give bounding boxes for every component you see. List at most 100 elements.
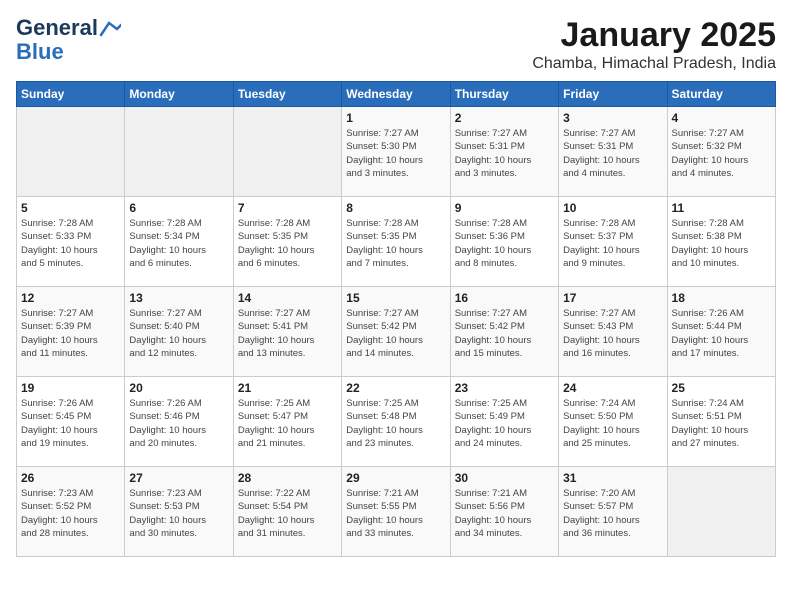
day-info: Sunrise: 7:25 AMSunset: 5:49 PMDaylight:… [455,397,554,450]
day-info: Sunrise: 7:21 AMSunset: 5:56 PMDaylight:… [455,487,554,540]
day-info: Sunrise: 7:28 AMSunset: 5:37 PMDaylight:… [563,217,662,270]
calendar-week-2: 5 Sunrise: 7:28 AMSunset: 5:33 PMDaylight… [17,197,776,287]
day-number: 2 [455,111,554,125]
calendar-cell: 15 Sunrise: 7:27 AMSunset: 5:42 PMDayligh… [342,287,450,377]
logo-blue-text: Blue [16,40,64,64]
month-year-title: January 2025 [532,16,776,55]
day-info: Sunrise: 7:28 AMSunset: 5:36 PMDaylight:… [455,217,554,270]
calendar-cell: 30 Sunrise: 7:21 AMSunset: 5:56 PMDayligh… [450,467,558,557]
page-header: General Blue January 2025 Chamba, Himach… [16,16,776,73]
day-number: 6 [129,201,228,215]
calendar-cell [667,467,775,557]
day-info: Sunrise: 7:28 AMSunset: 5:35 PMDaylight:… [238,217,337,270]
day-number: 27 [129,471,228,485]
calendar-cell: 17Sunrise: 7:27 AMSunset: 5:43 PMDayligh… [559,287,667,377]
col-monday: Monday [125,82,233,107]
day-info: Sunrise: 7:27 AMSunset: 5:43 PMDaylight:… [563,307,662,360]
day-info: Sunrise: 7:28 AMSunset: 5:38 PMDaylight:… [672,217,771,270]
day-info: Sunrise: 7:20 AMSunset: 5:57 PMDaylight:… [563,487,662,540]
calendar-cell: 4 Sunrise: 7:27 AMSunset: 5:32 PMDaylight… [667,107,775,197]
calendar-cell: 9 Sunrise: 7:28 AMSunset: 5:36 PMDaylight… [450,197,558,287]
calendar-cell: 10 Sunrise: 7:28 AMSunset: 5:37 PMDayligh… [559,197,667,287]
calendar-week-5: 26Sunrise: 7:23 AMSunset: 5:52 PMDayligh… [17,467,776,557]
calendar-week-4: 19Sunrise: 7:26 AMSunset: 5:45 PMDayligh… [17,377,776,467]
day-number: 14 [238,291,337,305]
day-info: Sunrise: 7:26 AMSunset: 5:44 PMDaylight:… [672,307,771,360]
day-info: Sunrise: 7:27 AMSunset: 5:31 PMDaylight:… [563,127,662,180]
calendar-cell: 8 Sunrise: 7:28 AMSunset: 5:35 PMDaylight… [342,197,450,287]
day-info: Sunrise: 7:28 AMSunset: 5:34 PMDaylight:… [129,217,228,270]
day-info: Sunrise: 7:27 AMSunset: 5:40 PMDaylight:… [129,307,228,360]
day-number: 11 [672,201,771,215]
calendar-table: Sunday Monday Tuesday Wednesday Thursday… [16,81,776,557]
day-info: Sunrise: 7:24 AMSunset: 5:50 PMDaylight:… [563,397,662,450]
calendar-cell: 26Sunrise: 7:23 AMSunset: 5:52 PMDayligh… [17,467,125,557]
calendar-cell: 11 Sunrise: 7:28 AMSunset: 5:38 PMDayligh… [667,197,775,287]
day-number: 20 [129,381,228,395]
day-info: Sunrise: 7:23 AMSunset: 5:52 PMDaylight:… [21,487,120,540]
calendar-cell: 22 Sunrise: 7:25 AMSunset: 5:48 PMDayligh… [342,377,450,467]
calendar-cell: 23 Sunrise: 7:25 AMSunset: 5:49 PMDayligh… [450,377,558,467]
col-thursday: Thursday [450,82,558,107]
calendar-cell: 19Sunrise: 7:26 AMSunset: 5:45 PMDayligh… [17,377,125,467]
day-info: Sunrise: 7:27 AMSunset: 5:32 PMDaylight:… [672,127,771,180]
day-info: Sunrise: 7:21 AMSunset: 5:55 PMDaylight:… [346,487,445,540]
day-number: 30 [455,471,554,485]
title-block: January 2025 Chamba, Himachal Pradesh, I… [532,16,776,73]
day-info: Sunrise: 7:28 AMSunset: 5:35 PMDaylight:… [346,217,445,270]
day-number: 9 [455,201,554,215]
day-number: 22 [346,381,445,395]
logo: General Blue [16,16,121,64]
day-number: 5 [21,201,120,215]
col-sunday: Sunday [17,82,125,107]
day-info: Sunrise: 7:23 AMSunset: 5:53 PMDaylight:… [129,487,228,540]
col-tuesday: Tuesday [233,82,341,107]
calendar-cell: 7 Sunrise: 7:28 AMSunset: 5:35 PMDaylight… [233,197,341,287]
day-number: 31 [563,471,662,485]
day-number: 10 [563,201,662,215]
day-number: 16 [455,291,554,305]
day-number: 24 [563,381,662,395]
logo-icon [99,21,121,37]
day-number: 28 [238,471,337,485]
day-number: 21 [238,381,337,395]
day-number: 3 [563,111,662,125]
day-info: Sunrise: 7:27 AMSunset: 5:41 PMDaylight:… [238,307,337,360]
col-wednesday: Wednesday [342,82,450,107]
day-number: 25 [672,381,771,395]
calendar-body: 1Sunrise: 7:27 AMSunset: 5:30 PMDaylight… [17,107,776,557]
day-number: 23 [455,381,554,395]
calendar-cell: 3 Sunrise: 7:27 AMSunset: 5:31 PMDaylight… [559,107,667,197]
day-info: Sunrise: 7:28 AMSunset: 5:33 PMDaylight:… [21,217,120,270]
day-info: Sunrise: 7:27 AMSunset: 5:31 PMDaylight:… [455,127,554,180]
day-number: 7 [238,201,337,215]
day-number: 29 [346,471,445,485]
col-friday: Friday [559,82,667,107]
calendar-cell: 16Sunrise: 7:27 AMSunset: 5:42 PMDayligh… [450,287,558,377]
day-number: 4 [672,111,771,125]
location-subtitle: Chamba, Himachal Pradesh, India [532,55,776,73]
day-number: 8 [346,201,445,215]
calendar-cell: 29 Sunrise: 7:21 AMSunset: 5:55 PMDayligh… [342,467,450,557]
calendar-cell: 25 Sunrise: 7:24 AMSunset: 5:51 PMDayligh… [667,377,775,467]
calendar-cell: 28Sunrise: 7:22 AMSunset: 5:54 PMDayligh… [233,467,341,557]
day-number: 12 [21,291,120,305]
day-info: Sunrise: 7:25 AMSunset: 5:48 PMDaylight:… [346,397,445,450]
calendar-cell [125,107,233,197]
calendar-week-1: 1Sunrise: 7:27 AMSunset: 5:30 PMDaylight… [17,107,776,197]
day-number: 13 [129,291,228,305]
day-info: Sunrise: 7:24 AMSunset: 5:51 PMDaylight:… [672,397,771,450]
calendar-cell: 1Sunrise: 7:27 AMSunset: 5:30 PMDaylight… [342,107,450,197]
day-info: Sunrise: 7:25 AMSunset: 5:47 PMDaylight:… [238,397,337,450]
day-info: Sunrise: 7:27 AMSunset: 5:42 PMDaylight:… [346,307,445,360]
day-info: Sunrise: 7:27 AMSunset: 5:30 PMDaylight:… [346,127,445,180]
day-number: 15 [346,291,445,305]
day-info: Sunrise: 7:26 AMSunset: 5:46 PMDaylight:… [129,397,228,450]
calendar-cell [233,107,341,197]
calendar-cell: 14 Sunrise: 7:27 AMSunset: 5:41 PMDayligh… [233,287,341,377]
calendar-cell: 2 Sunrise: 7:27 AMSunset: 5:31 PMDaylight… [450,107,558,197]
calendar-cell: 12Sunrise: 7:27 AMSunset: 5:39 PMDayligh… [17,287,125,377]
calendar-week-3: 12Sunrise: 7:27 AMSunset: 5:39 PMDayligh… [17,287,776,377]
logo-text: General [16,16,98,40]
header-row: Sunday Monday Tuesday Wednesday Thursday… [17,82,776,107]
